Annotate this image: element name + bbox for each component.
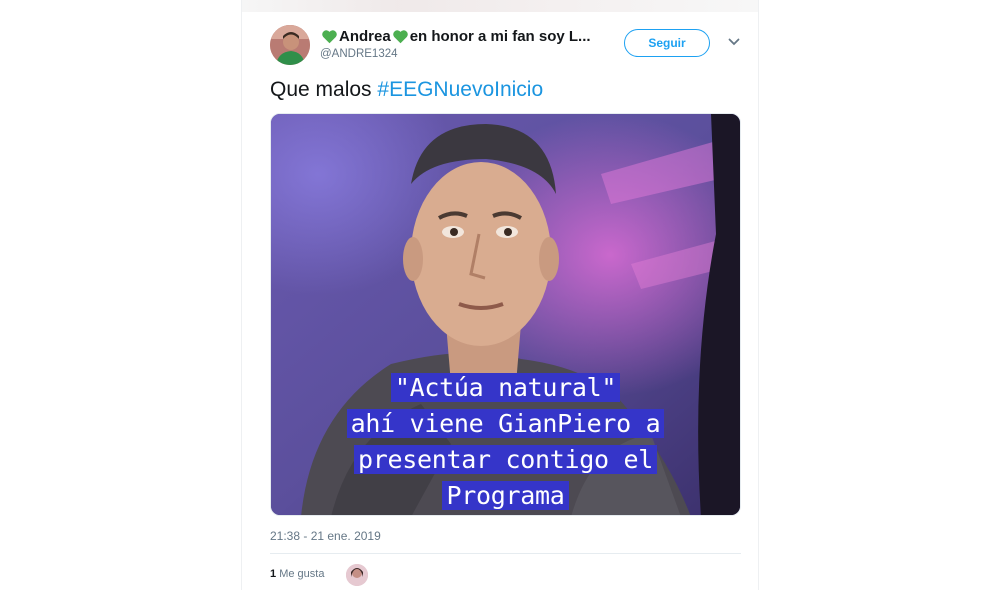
tweet-card: Andrea en honor a mi fan soy L... @ANDRE… bbox=[242, 0, 758, 590]
green-heart-icon bbox=[322, 30, 337, 44]
media-caption: "Actúa natural" ahí viene GianPiero a pr… bbox=[271, 370, 740, 514]
avatar[interactable] bbox=[270, 25, 310, 65]
likes-count[interactable]: 1 Me gusta bbox=[270, 568, 324, 580]
tweet-timestamp[interactable]: 21:38 - 21 ene. 2019 bbox=[270, 529, 381, 543]
user-handle[interactable]: @ANDRE1324 bbox=[320, 48, 398, 60]
display-name-part-2: en honor a mi fan soy L... bbox=[409, 28, 591, 45]
chevron-down-icon[interactable] bbox=[728, 37, 740, 47]
likes-number: 1 bbox=[270, 568, 277, 580]
green-heart-icon bbox=[392, 30, 408, 44]
tweet-media[interactable]: "Actúa natural" ahí viene GianPiero a pr… bbox=[270, 113, 741, 516]
caption-line: "Actúa natural" bbox=[390, 373, 621, 402]
hashtag-link[interactable]: #EEGNuevoInicio bbox=[377, 78, 543, 101]
follow-button[interactable]: Seguir bbox=[624, 29, 710, 57]
caption-line: Programa bbox=[442, 481, 569, 510]
display-name-part-1: Andrea bbox=[339, 28, 391, 45]
likes-label: Me gusta bbox=[279, 568, 325, 580]
liker-avatar[interactable] bbox=[346, 564, 368, 586]
caption-line: presentar contigo el bbox=[353, 445, 658, 474]
previous-tweet-strip bbox=[242, 0, 758, 12]
tweet-text-plain: Que malos bbox=[270, 78, 378, 101]
display-name[interactable]: Andrea en honor a mi fan soy L... bbox=[320, 28, 591, 45]
tweet-text: Que malos #EEGNuevoInicio bbox=[270, 78, 543, 102]
caption-line: ahí viene GianPiero a bbox=[346, 409, 665, 438]
divider bbox=[270, 553, 741, 554]
